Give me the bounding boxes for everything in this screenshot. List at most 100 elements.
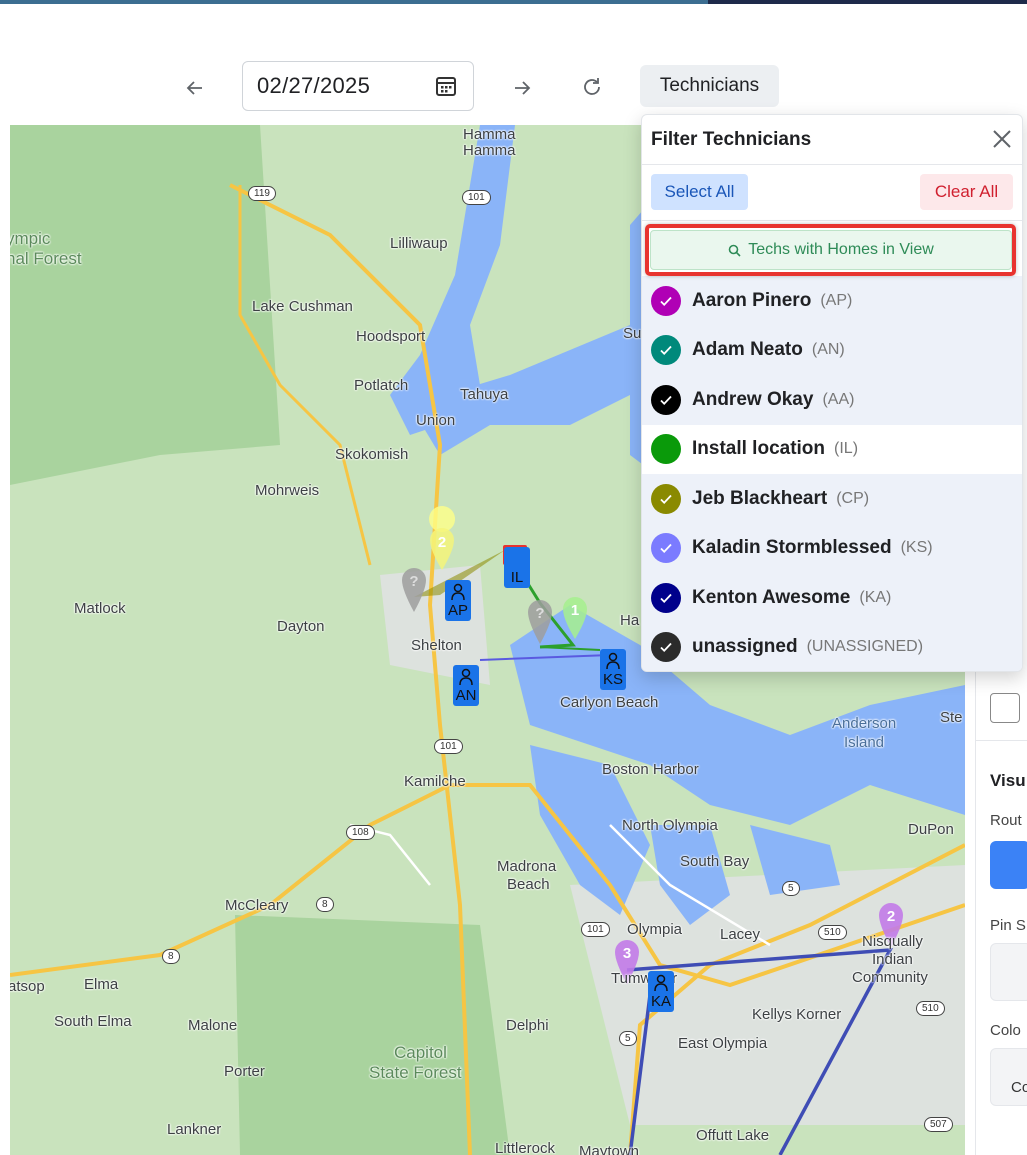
place-mohrweis: Mohrweis bbox=[255, 482, 320, 499]
highway-shield-101-north: 101 bbox=[462, 190, 491, 205]
stop-number-question-1: ? bbox=[409, 573, 418, 590]
place-lilliwaup: Lilliwaup bbox=[390, 235, 448, 252]
unchecked-dot-icon[interactable] bbox=[651, 434, 681, 465]
place-boston-harbor: Boston Harbor bbox=[602, 761, 699, 778]
tech-pin-ks[interactable]: KS bbox=[600, 649, 626, 690]
place-mccleary: McCleary bbox=[225, 897, 289, 914]
place-olympic: ympic bbox=[10, 229, 51, 248]
place-elma: Elma bbox=[84, 976, 119, 993]
arrow-left-icon[interactable] bbox=[178, 71, 212, 105]
tech-pin-an[interactable]: AN bbox=[453, 665, 479, 706]
place-potlatch: Potlatch bbox=[354, 377, 409, 394]
top-strip-dark bbox=[708, 0, 1027, 4]
place-national-forest: nal Forest bbox=[10, 249, 82, 268]
place-south-elma: South Elma bbox=[54, 1013, 132, 1030]
highway-shield-108: 108 bbox=[346, 825, 375, 840]
highway-shield-510: 510 bbox=[818, 925, 847, 940]
option-checkbox[interactable] bbox=[990, 693, 1020, 723]
technician-name: unassigned bbox=[692, 636, 798, 658]
technician-item[interactable]: unassigned (UNASSIGNED) bbox=[642, 622, 1022, 671]
checkmark-icon[interactable] bbox=[651, 384, 681, 415]
technician-item[interactable]: Andrew Okay (AA) bbox=[642, 375, 1022, 425]
technician-name: Install location bbox=[692, 438, 826, 460]
place-satsop: atsop bbox=[10, 978, 45, 995]
technician-code: (KS) bbox=[900, 539, 933, 557]
place-anderson: Anderson bbox=[832, 715, 897, 732]
route-color-button[interactable] bbox=[990, 841, 1027, 889]
technician-item[interactable]: Kenton Awesome (KA) bbox=[642, 573, 1022, 623]
stop-number-1-green: 1 bbox=[571, 602, 579, 619]
place-kamilche: Kamilche bbox=[404, 773, 466, 790]
calendar-icon[interactable] bbox=[435, 75, 457, 97]
color-label: Colo bbox=[990, 1022, 1021, 1039]
place-olympia: Olympia bbox=[627, 921, 683, 938]
checkmark-icon[interactable] bbox=[651, 533, 681, 564]
technician-code: (UNASSIGNED) bbox=[806, 638, 924, 656]
color-select[interactable]: Co bbox=[990, 1048, 1027, 1106]
checkmark-icon[interactable] bbox=[651, 483, 681, 514]
place-dupont: DuPon bbox=[908, 821, 954, 838]
route-label: Rout bbox=[990, 812, 1022, 829]
tech-pin-il-label: IL bbox=[510, 569, 524, 586]
technician-name: Kaladin Stormblessed bbox=[692, 537, 892, 559]
pin-size-label: Pin S bbox=[990, 917, 1026, 934]
highway-shield-510-east: 510 bbox=[916, 1001, 945, 1016]
tech-pin-ka-label: KA bbox=[650, 993, 671, 1010]
checkmark-icon[interactable] bbox=[651, 632, 681, 663]
place-nisqually: Nisqually bbox=[862, 933, 923, 950]
refresh-icon[interactable] bbox=[575, 70, 609, 104]
place-steilacoom: Ste bbox=[940, 709, 963, 726]
highway-shield-119: 119 bbox=[248, 186, 276, 201]
tech-pin-ap[interactable]: AP bbox=[445, 580, 471, 621]
technician-name: Jeb Blackheart bbox=[692, 487, 828, 509]
side-divider bbox=[976, 740, 1027, 741]
place-state-forest: State Forest bbox=[369, 1063, 462, 1082]
place-skokomish: Skokomish bbox=[335, 446, 409, 463]
technician-item[interactable]: Jeb Blackheart (CP) bbox=[642, 474, 1022, 524]
highlight-box bbox=[645, 224, 1016, 276]
date-value[interactable]: 02/27/2025 bbox=[257, 73, 370, 99]
place-community: Community bbox=[852, 969, 928, 986]
technician-name: Adam Neato bbox=[692, 339, 803, 361]
technician-item[interactable]: Adam Neato (AN) bbox=[642, 325, 1022, 375]
place-indian: Indian bbox=[872, 951, 913, 968]
date-picker[interactable]: 02/27/2025 bbox=[242, 61, 474, 111]
place-carlyon-beach: Carlyon Beach bbox=[560, 694, 659, 711]
tech-pin-ap-label: AP bbox=[447, 602, 468, 619]
technician-item[interactable]: Kaladin Stormblessed (KS) bbox=[642, 523, 1022, 573]
select-all-button[interactable]: Select All bbox=[651, 174, 748, 210]
place-south-bay: South Bay bbox=[680, 853, 750, 870]
place-lacey: Lacey bbox=[720, 926, 761, 943]
clear-all-button[interactable]: Clear All bbox=[920, 174, 1013, 210]
technician-item[interactable]: Install location (IL) bbox=[642, 425, 1022, 475]
place-malone: Malone bbox=[188, 1017, 238, 1034]
pin-size-select[interactable] bbox=[990, 943, 1027, 1001]
tech-pin-ka[interactable]: KA bbox=[648, 971, 674, 1012]
place-delphi: Delphi bbox=[506, 1017, 549, 1034]
checkmark-icon[interactable] bbox=[651, 582, 681, 613]
highway-shield-101-south: 101 bbox=[434, 739, 463, 754]
tech-pin-il[interactable]: IL bbox=[504, 547, 530, 588]
highway-shield-507: 507 bbox=[924, 1117, 953, 1132]
technician-item[interactable]: Aaron Pinero (AP) bbox=[642, 276, 1022, 326]
close-icon[interactable] bbox=[990, 127, 1014, 151]
checkmark-icon[interactable] bbox=[651, 335, 681, 366]
place-shelton: Shelton bbox=[411, 637, 462, 654]
checkmark-icon[interactable] bbox=[651, 285, 681, 316]
place-offutt-lake: Offutt Lake bbox=[696, 1127, 770, 1144]
technician-name: Andrew Okay bbox=[692, 388, 814, 410]
arrow-right-icon[interactable] bbox=[505, 71, 539, 105]
technician-code: (AA) bbox=[822, 390, 855, 408]
highway-shield-8-west: 8 bbox=[162, 949, 180, 964]
popup-divider-2 bbox=[642, 220, 1022, 221]
color-select-value: Co bbox=[1011, 1079, 1027, 1096]
popup-title: Filter Technicians bbox=[651, 129, 812, 150]
place-su: Su bbox=[623, 325, 642, 342]
technicians-button[interactable]: Technicians bbox=[640, 65, 779, 107]
place-beach: Beach bbox=[507, 876, 550, 893]
highway-shield-8-east: 8 bbox=[316, 897, 334, 912]
visualization-heading: Visu bbox=[990, 771, 1026, 790]
stop-number-3-purple: 3 bbox=[623, 945, 631, 962]
place-ha: Ha bbox=[620, 612, 640, 629]
place-hoodsport: Hoodsport bbox=[356, 328, 426, 345]
